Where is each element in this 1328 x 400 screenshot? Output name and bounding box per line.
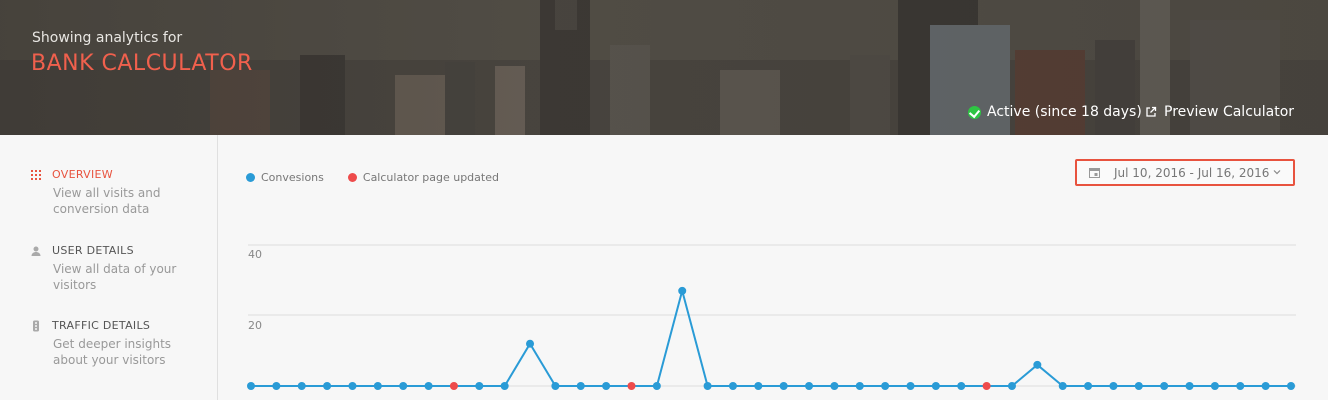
external-link-icon <box>1146 106 1157 117</box>
main-content: Convesions Calculator page updated Jul 1… <box>218 135 1328 400</box>
legend-label: Convesions <box>261 171 324 184</box>
conversion-data-point[interactable] <box>576 382 585 390</box>
conversion-data-point[interactable] <box>272 382 281 390</box>
legend-item-updated: Calculator page updated <box>347 171 499 184</box>
conversion-data-point[interactable] <box>1185 382 1194 390</box>
conversion-data-point[interactable] <box>1033 360 1042 369</box>
calculator-updated-point[interactable] <box>627 382 636 390</box>
sidebar-item-description: Get deeper insights about your visitors <box>53 337 172 367</box>
conversion-data-point[interactable] <box>779 382 788 390</box>
conversion-data-point[interactable] <box>703 382 712 390</box>
check-circle-icon <box>968 105 981 119</box>
conversion-data-point[interactable] <box>1058 382 1067 390</box>
status-text: Active (since 18 days) <box>987 104 1142 120</box>
subtitle: Showing analytics for <box>32 30 183 46</box>
conversion-data-point[interactable] <box>678 286 687 295</box>
conversion-data-point[interactable] <box>1160 382 1169 390</box>
conversion-data-point[interactable] <box>297 382 306 390</box>
traffic-icon <box>33 320 39 332</box>
conversions-series-line <box>251 286 1291 387</box>
legend-swatch <box>246 173 255 182</box>
conversion-data-point[interactable] <box>323 382 332 390</box>
conversion-data-point[interactable] <box>1210 382 1219 390</box>
calculator-updated-point[interactable] <box>982 382 991 390</box>
conversion-data-point[interactable] <box>1261 382 1270 390</box>
conversion-data-point[interactable] <box>1007 382 1016 390</box>
conversion-data-point[interactable] <box>1084 382 1093 390</box>
sidebar-item-traffic-details[interactable]: TRAFFIC DETAILS Get deeper insights abou… <box>30 319 200 369</box>
conversion-data-point[interactable] <box>1236 382 1245 390</box>
conversion-data-point[interactable] <box>602 382 611 390</box>
sidebar-item-description: View all data of your visitors <box>53 262 177 292</box>
conversion-data-point[interactable] <box>931 382 940 390</box>
conversion-data-point[interactable] <box>399 382 408 390</box>
chart-legend: Convesions Calculator page updated <box>246 171 523 184</box>
conversion-data-point[interactable] <box>1109 382 1118 390</box>
conversion-data-point[interactable] <box>652 382 661 390</box>
status-badge: Active (since 18 days) <box>968 104 1142 120</box>
conversion-data-point[interactable] <box>855 382 864 390</box>
app-title: BANK CALCULATOR <box>31 51 253 76</box>
conversion-data-point[interactable] <box>906 382 915 390</box>
conversion-data-point[interactable] <box>830 382 839 390</box>
conversion-data-point[interactable] <box>957 382 966 390</box>
calendar-icon <box>1089 168 1100 178</box>
sidebar-item-overview[interactable]: OVERVIEW View all visits and conversion … <box>30 168 200 218</box>
conversion-data-point[interactable] <box>247 382 255 390</box>
sidebar-item-user-details[interactable]: USER DETAILS View all data of your visit… <box>30 244 200 294</box>
conversion-data-point[interactable] <box>526 339 535 348</box>
conversion-data-point[interactable] <box>881 382 890 390</box>
y-tick-label: 20 <box>248 319 262 332</box>
conversion-data-point[interactable] <box>348 382 357 390</box>
calculator-updated-point[interactable] <box>449 382 458 390</box>
header-banner: Showing analytics for BANK CALCULATOR Ac… <box>0 0 1328 135</box>
sidebar: OVERVIEW View all visits and conversion … <box>0 135 218 400</box>
conversion-data-point[interactable] <box>728 382 737 390</box>
conversion-data-point[interactable] <box>754 382 763 390</box>
sidebar-item-label: OVERVIEW <box>52 168 113 181</box>
sidebar-item-label: USER DETAILS <box>52 244 134 257</box>
conversion-data-point[interactable] <box>805 382 814 390</box>
date-range-picker[interactable]: Jul 10, 2016 - Jul 16, 2016 <box>1075 159 1295 186</box>
legend-item-conversions: Convesions <box>246 171 324 184</box>
conversion-data-point[interactable] <box>373 382 382 390</box>
sidebar-item-label: TRAFFIC DETAILS <box>52 319 151 332</box>
preview-label: Preview Calculator <box>1164 104 1295 120</box>
conversions-line-chart: 40 20 <box>247 244 1296 390</box>
user-icon <box>31 246 41 256</box>
conversion-data-point[interactable] <box>551 382 560 390</box>
legend-swatch <box>347 173 357 182</box>
sidebar-item-description: View all visits and conversion data <box>53 186 161 216</box>
conversion-data-point[interactable] <box>1287 382 1295 390</box>
preview-calculator-link[interactable]: Preview Calculator <box>1145 104 1294 120</box>
grid-dots-icon <box>31 170 41 180</box>
date-range-text: Jul 10, 2016 - Jul 16, 2016 <box>1114 165 1270 180</box>
conversion-data-point[interactable] <box>500 382 509 390</box>
legend-label: Calculator page updated <box>362 171 499 184</box>
conversion-data-point[interactable] <box>424 382 433 390</box>
y-tick-label: 40 <box>248 248 262 261</box>
conversion-data-point[interactable] <box>1134 382 1143 390</box>
chevron-down-icon <box>1273 170 1281 175</box>
conversion-data-point[interactable] <box>475 382 484 390</box>
